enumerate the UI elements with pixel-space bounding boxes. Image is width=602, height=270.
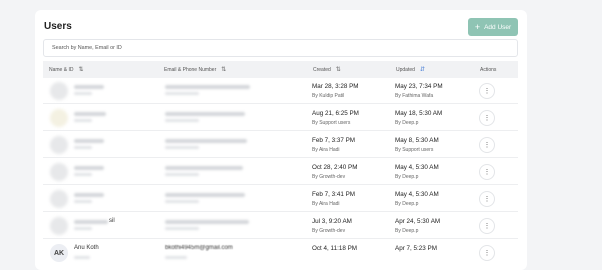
redacted-id	[74, 256, 90, 259]
redacted-id	[74, 146, 92, 149]
redacted-id	[74, 173, 92, 176]
updated-date: May 4, 5:30 AM	[395, 164, 439, 171]
users-card: Users + Add User Search by Name, Email o…	[35, 10, 527, 270]
redacted-name	[74, 220, 108, 224]
kebab-menu-icon[interactable]: ⋮	[479, 218, 495, 234]
table-row[interactable]: Mar 28, 3:28 PM By Kuldip Patil May 23, …	[43, 78, 518, 104]
table-row[interactable]: AK Anu Koth bkothi4945m@gmail.com Oct 4,…	[43, 240, 518, 266]
sort-desc-icon[interactable]: ⇵	[420, 66, 425, 73]
created-date: Feb 7, 3:41 PM	[312, 191, 356, 198]
user-email: bkothi4945m@gmail.com	[165, 245, 233, 251]
avatar	[50, 217, 68, 235]
redacted-email	[165, 112, 245, 116]
redacted-name	[74, 166, 104, 170]
avatar	[50, 190, 68, 208]
created-by: By Aira Hadi	[312, 147, 340, 153]
redacted-email	[165, 166, 243, 170]
table-row[interactable]: Feb 7, 3:37 PM By Aira Hadi May 8, 5:30 …	[43, 132, 518, 158]
redacted-name	[74, 85, 104, 89]
name-fragment: sil	[109, 218, 115, 224]
redacted-email	[165, 139, 247, 143]
kebab-menu-icon[interactable]: ⋮	[479, 164, 495, 180]
avatar: AK	[50, 244, 68, 262]
created-date: Oct 4, 11:18 PM	[312, 245, 358, 252]
created-date: Feb 7, 3:37 PM	[312, 137, 356, 144]
redacted-email	[165, 193, 245, 197]
table-row[interactable]: sil Jul 3, 9:20 AM By Growth-dev Apr 24,…	[43, 213, 518, 239]
updated-date: May 18, 5:30 AM	[395, 110, 443, 117]
user-name: Anu Koth	[74, 245, 99, 251]
updated-date: Apr 7, 5:23 PM	[395, 245, 437, 252]
redacted-name	[74, 193, 104, 197]
kebab-menu-icon[interactable]: ⋮	[479, 83, 495, 99]
created-by: By Aira Hadi	[312, 201, 340, 207]
redacted-id	[74, 119, 92, 122]
kebab-menu-icon[interactable]: ⋮	[479, 191, 495, 207]
column-header-actions: Actions	[480, 66, 497, 73]
table-header: Name & ID ⇅ Email & Phone Number ⇅ Created…	[43, 61, 518, 78]
avatar	[50, 109, 68, 127]
updated-by: By Deep.p	[395, 120, 419, 126]
updated-by: By Deep.p	[395, 228, 419, 234]
created-date: Mar 28, 3:28 PM	[312, 83, 359, 90]
redacted-phone	[165, 146, 199, 149]
table-row[interactable]: Feb 7, 3:41 PM By Aira Hadi May 4, 5:30 …	[43, 186, 518, 212]
updated-by: By Deep.p	[395, 174, 419, 180]
redacted-email	[165, 85, 250, 89]
table-row[interactable]: Oct 28, 2:40 PM By Growth-dev May 4, 5:3…	[43, 159, 518, 185]
kebab-menu-icon[interactable]: ⋮	[479, 110, 495, 126]
created-by: By Growth-dev	[312, 174, 346, 180]
redacted-id	[74, 227, 92, 230]
created-date: Aug 21, 6:25 PM	[312, 110, 359, 117]
redacted-email	[165, 220, 249, 224]
redacted-phone	[165, 173, 199, 176]
redacted-phone	[165, 119, 199, 122]
redacted-id	[74, 92, 92, 95]
avatar	[50, 136, 68, 154]
column-header-name[interactable]: Name & ID ⇅	[49, 61, 83, 78]
updated-date: Apr 24, 5:30 AM	[395, 218, 441, 225]
column-header-updated[interactable]: Updated ⇵	[396, 61, 425, 78]
sort-icon[interactable]: ⇅	[336, 66, 341, 73]
add-user-button[interactable]: + Add User	[468, 18, 518, 36]
redacted-phone	[165, 92, 199, 95]
redacted-name	[74, 139, 104, 143]
created-by: By Kuldip Patil	[312, 93, 345, 99]
redacted-phone	[165, 227, 199, 230]
avatar	[50, 82, 68, 100]
created-by: By Support users	[312, 120, 351, 126]
updated-date: May 23, 7:34 PM	[395, 83, 443, 90]
search-input[interactable]: Search by Name, Email or ID	[43, 39, 518, 57]
redacted-phone	[165, 256, 187, 259]
avatar	[50, 163, 68, 181]
created-date: Jul 3, 9:20 AM	[312, 218, 352, 225]
plus-icon: +	[474, 21, 481, 32]
sort-icon[interactable]: ⇅	[78, 66, 83, 73]
kebab-menu-icon[interactable]: ⋮	[479, 245, 495, 261]
column-header-created[interactable]: Created ⇅	[313, 61, 341, 78]
updated-by: By Fathima Wafa	[395, 93, 434, 99]
table-row[interactable]: Aug 21, 6:25 PM By Support users May 18,…	[43, 105, 518, 131]
page-title: Users	[44, 21, 72, 32]
updated-by: By Support users	[395, 147, 434, 153]
kebab-menu-icon[interactable]: ⋮	[479, 137, 495, 153]
column-header-email[interactable]: Email & Phone Number ⇅	[164, 61, 226, 78]
created-date: Oct 28, 2:40 PM	[312, 164, 358, 171]
updated-date: May 4, 5:30 AM	[395, 191, 439, 198]
created-by: By Growth-dev	[312, 228, 346, 234]
redacted-name	[74, 112, 106, 116]
sort-icon[interactable]: ⇅	[221, 66, 226, 73]
updated-by: By Deep.p	[395, 201, 419, 207]
redacted-id	[74, 200, 92, 203]
updated-date: May 8, 5:30 AM	[395, 137, 439, 144]
add-user-label: Add User	[484, 23, 512, 31]
redacted-phone	[165, 200, 199, 203]
